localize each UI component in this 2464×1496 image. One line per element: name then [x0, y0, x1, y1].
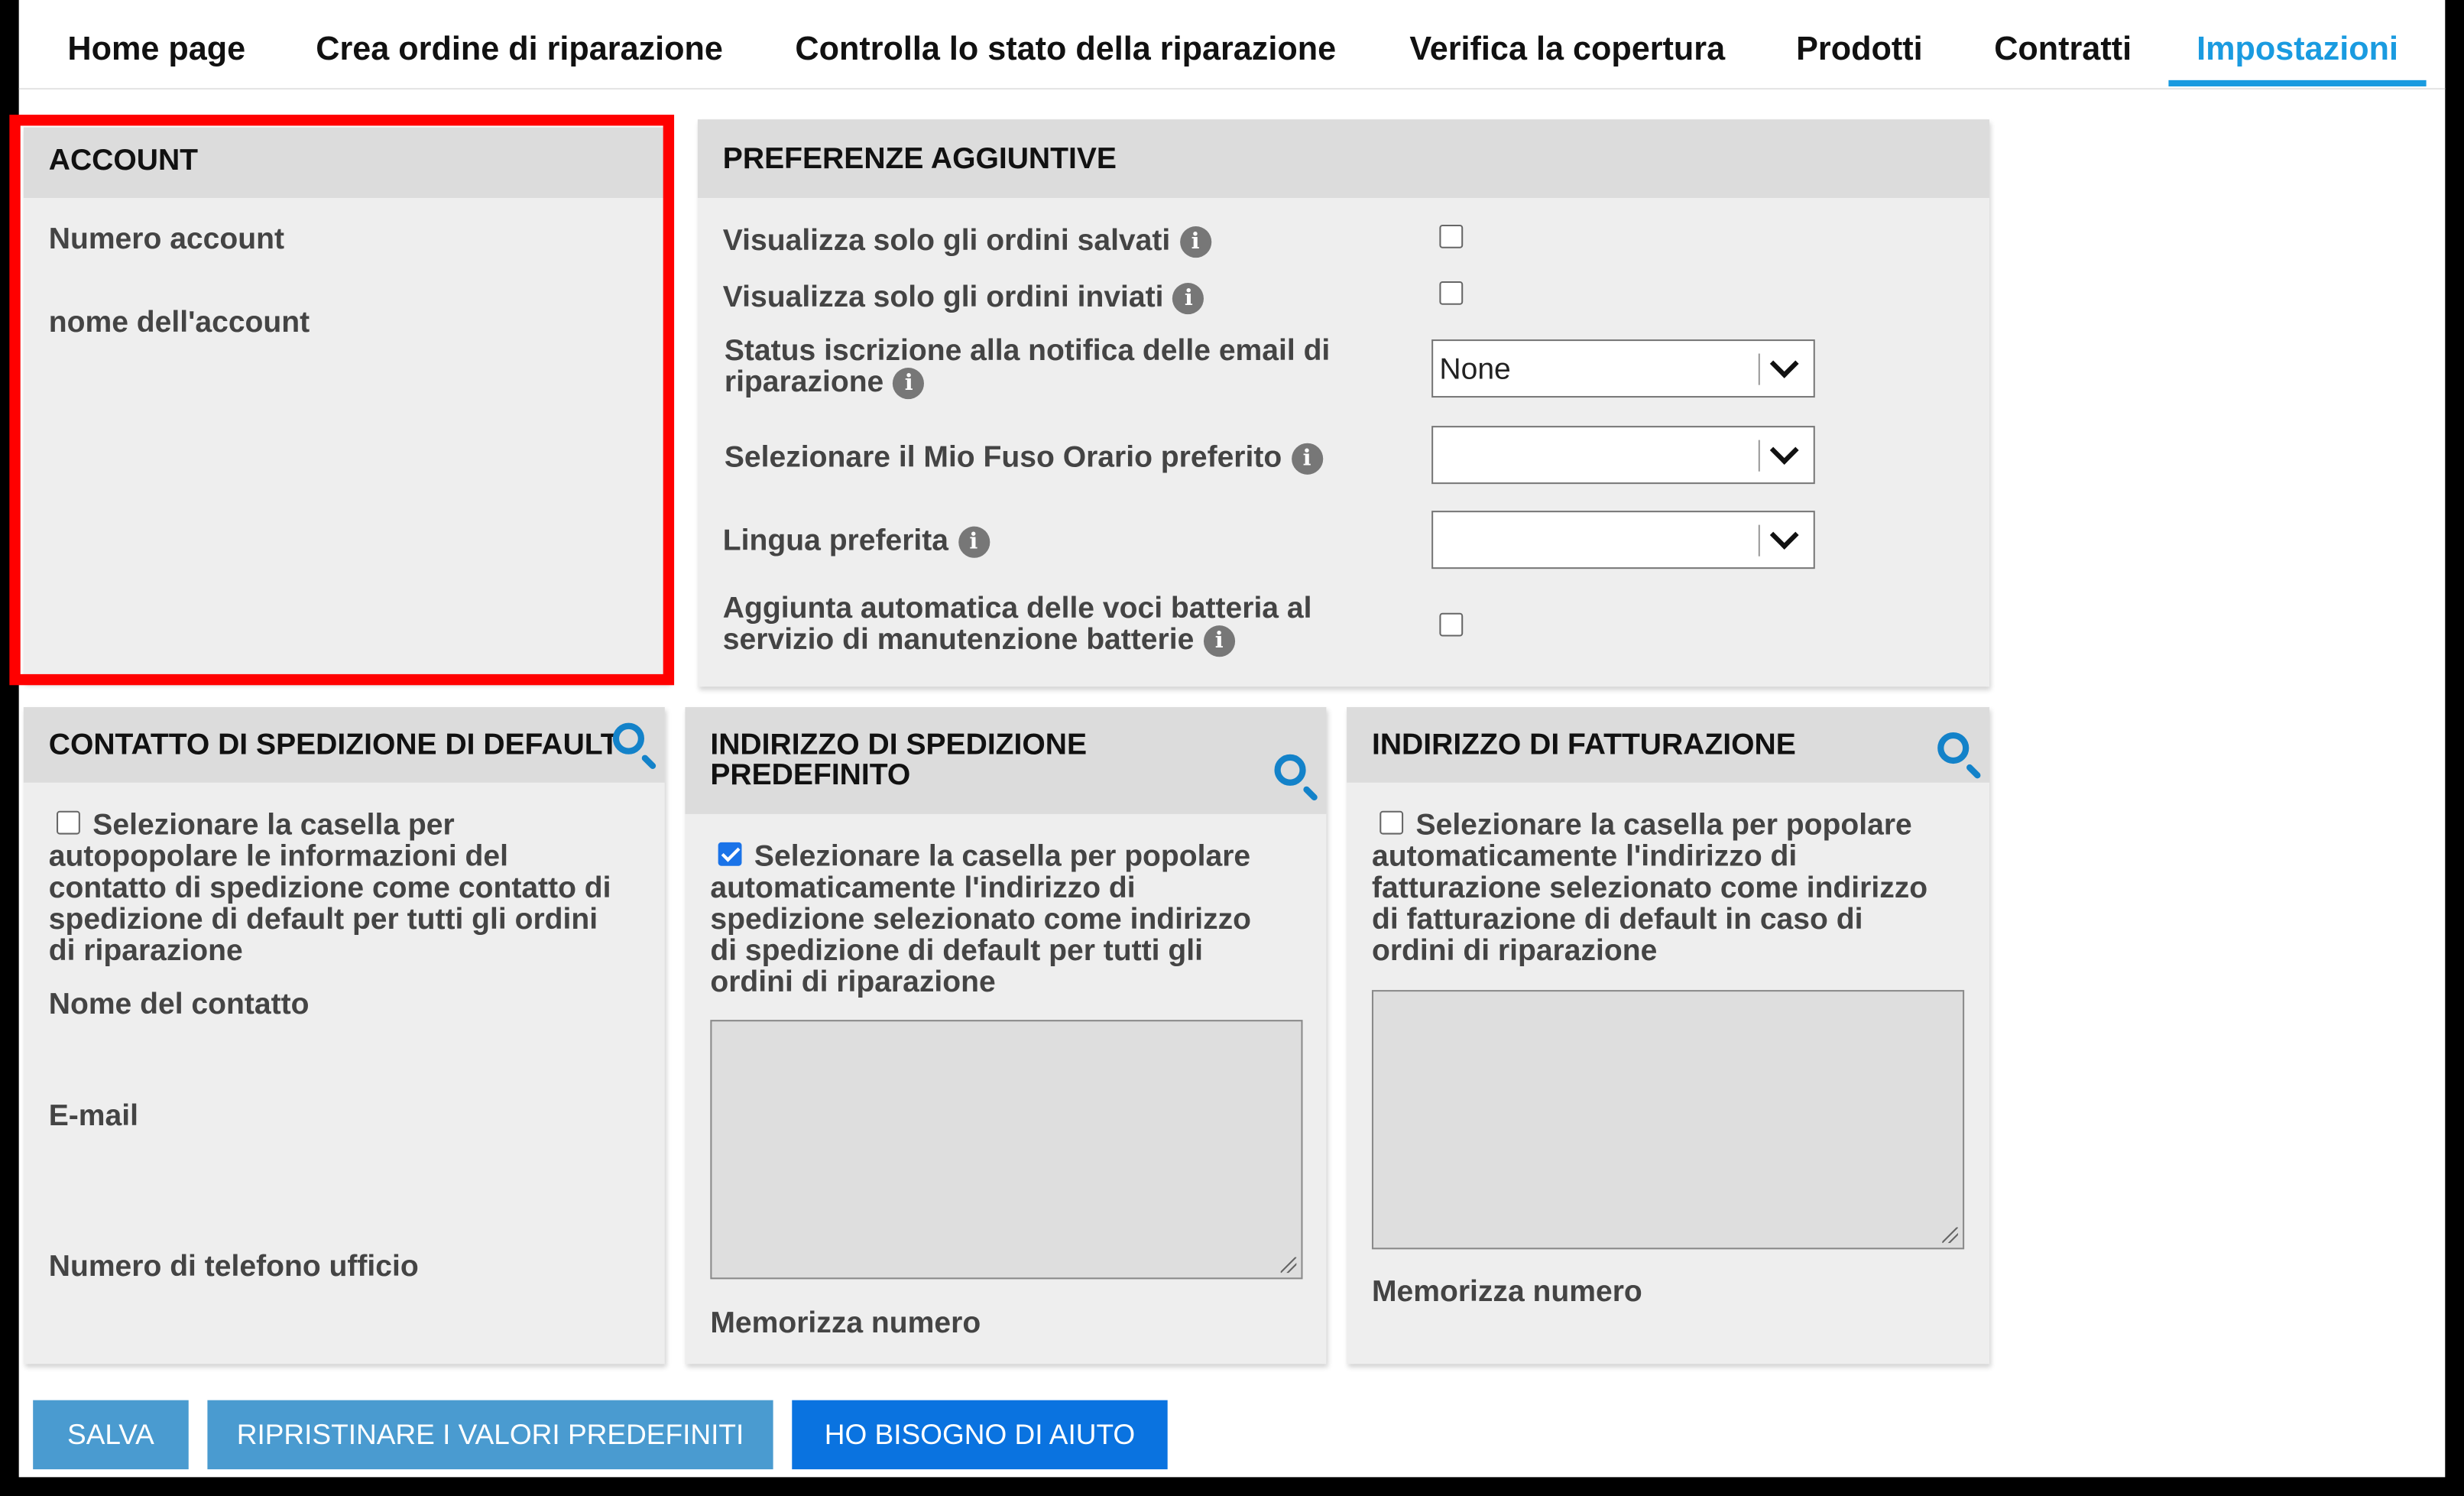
contact-phone-label: Numero di telefono ufficio: [48, 1251, 419, 1284]
tab-create-repair-order[interactable]: Crea ordine di riparazione: [316, 0, 723, 86]
shipping-autofill-line: Selezionare la casella per popolare: [754, 840, 1251, 874]
language-label: Lingua preferita i: [723, 525, 990, 560]
help-button[interactable]: HO BISOGNO DI AIUTO: [792, 1400, 1168, 1470]
shipping-autofill-line: automaticamente l'indirizzo di: [710, 871, 1136, 906]
email-status-label-line2: riparazione: [724, 366, 884, 400]
sent-orders-checkbox[interactable]: [1439, 281, 1464, 305]
battery-label: Aggiunta automatica delle voci batteria …: [722, 592, 1383, 657]
account-name-label: nome dell'account: [48, 306, 310, 340]
billing-address-panel: INDIRIZZO DI FATTURAZIONE Selezionare la…: [1347, 707, 1990, 1365]
info-icon[interactable]: i: [958, 526, 990, 558]
account-title: ACCOUNT: [48, 144, 199, 178]
billing-autofill-line: di fatturazione di default in caso di: [1371, 904, 1863, 937]
chevron-down-icon: [1769, 349, 1799, 378]
save-button[interactable]: SALVA: [33, 1400, 189, 1470]
shipping-address-textarea[interactable]: [710, 1020, 1303, 1280]
top-navigation: Home page Crea ordine di riparazione Con…: [18, 0, 2446, 90]
select-divider: [1758, 524, 1760, 557]
preferences-panel: PREFERENZE AGGIUNTIVE Visualizza solo gl…: [697, 119, 1990, 687]
tab-contracts[interactable]: Contratti: [1994, 0, 2132, 86]
account-number-label: Numero account: [48, 222, 284, 257]
billing-store-number-label: Memorizza numero: [1371, 1276, 1642, 1309]
info-icon[interactable]: i: [1172, 282, 1204, 315]
reset-defaults-button[interactable]: RIPRISTINARE I VALORI PREDEFINITI: [207, 1400, 773, 1470]
language-select[interactable]: [1431, 511, 1815, 570]
account-panel-header: ACCOUNT: [23, 127, 669, 199]
billing-autofill-line: fatturazione selezionato come indirizzo: [1371, 871, 1928, 906]
tab-repair-status[interactable]: Controlla lo stato della riparazione: [795, 0, 1336, 86]
battery-label-line1: Aggiunta automatica delle voci batteria …: [722, 592, 1312, 626]
default-shipping-address-panel: INDIRIZZO DI SPEDIZIONE PREDEFINITO Sele…: [685, 707, 1327, 1365]
preferences-panel-header: PREFERENZE AGGIUNTIVE: [697, 119, 1990, 199]
billing-panel-header: INDIRIZZO DI FATTURAZIONE: [1347, 707, 1990, 783]
shipping-panel-header: INDIRIZZO DI SPEDIZIONE PREDEFINITO: [685, 707, 1327, 814]
info-icon[interactable]: i: [1291, 443, 1323, 475]
email-status-value: None: [1439, 353, 1511, 387]
tab-home[interactable]: Home page: [67, 0, 245, 86]
contact-autofill-line: contatto di spedizione come contatto di: [48, 871, 611, 906]
tab-products[interactable]: Prodotti: [1796, 0, 1922, 86]
saved-orders-text: Visualizza solo gli ordini salvati: [722, 224, 1171, 258]
shipping-autofill-text: Selezionare la casella per popolare auto…: [710, 842, 1315, 1000]
timezone-text: Selezionare il Mio Fuso Orario preferito: [724, 441, 1282, 475]
billing-autofill-line: ordini di riparazione: [1371, 935, 1658, 969]
default-shipping-contact-panel: CONTATTO DI SPEDIZIONE DI DEFAULT Selezi…: [23, 707, 665, 1365]
contact-autofill-line: spedizione di default per tutti gli ordi…: [48, 904, 598, 937]
saved-orders-label: Visualizza solo gli ordini salvati i: [723, 225, 1211, 259]
shipping-title: INDIRIZZO DI SPEDIZIONE PREDEFINITO: [710, 731, 1087, 790]
sent-orders-label: Visualizza solo gli ordini inviati i: [723, 281, 1204, 316]
shipping-autofill-line: ordini di riparazione: [710, 966, 996, 1000]
billing-title: INDIRIZZO DI FATTURAZIONE: [1371, 729, 1796, 763]
search-icon[interactable]: [1274, 754, 1306, 786]
info-icon[interactable]: i: [1179, 226, 1211, 258]
email-status-label: Status iscrizione alla notifica delle em…: [724, 334, 1385, 400]
chevron-down-icon: [1769, 521, 1799, 550]
contact-name-label: Nome del contatto: [48, 988, 310, 1022]
email-status-select[interactable]: None: [1431, 339, 1815, 398]
billing-autofill-line: Selezionare la casella per popolare: [1415, 809, 1912, 842]
select-divider: [1758, 353, 1760, 385]
shipping-autofill-line: di spedizione di default per tutti gli: [710, 935, 1203, 969]
shipping-store-number-label: Memorizza numero: [710, 1307, 981, 1341]
shipping-autofill-line: spedizione selezionato come indirizzo: [710, 904, 1252, 937]
tab-settings[interactable]: Impostazioni: [2168, 0, 2427, 87]
contact-autofill-line: autopopolare le informazioni del: [48, 840, 508, 874]
sent-orders-text: Visualizza solo gli ordini inviati: [722, 281, 1164, 315]
settings-page: Home page Crea ordine di riparazione Con…: [18, 0, 2446, 1478]
billing-autofill-text: Selezionare la casella per popolare auto…: [1371, 809, 1977, 969]
account-panel: ACCOUNT Numero account nome dell'account: [23, 127, 669, 683]
shipping-title-line2: PREDEFINITO: [710, 758, 911, 793]
contact-email-label: E-mail: [48, 1099, 139, 1134]
email-status-label-line1: Status iscrizione alla notifica delle em…: [724, 334, 1331, 368]
battery-checkbox[interactable]: [1439, 612, 1464, 637]
battery-label-line2: servizio di manutenzione batterie: [722, 624, 1195, 657]
tab-check-coverage[interactable]: Verifica la copertura: [1409, 0, 1725, 86]
preferences-title: PREFERENZE AGGIUNTIVE: [722, 143, 1117, 177]
contact-title: CONTATTO DI SPEDIZIONE DI DEFAULT: [48, 729, 619, 763]
billing-autofill-line: automaticamente l'indirizzo di: [1371, 840, 1798, 874]
search-icon[interactable]: [1937, 732, 1970, 764]
language-text: Lingua preferita: [722, 524, 949, 558]
contact-autofill-line: di riparazione: [48, 935, 243, 969]
billing-address-textarea[interactable]: [1371, 990, 1965, 1250]
timezone-select[interactable]: [1431, 426, 1815, 485]
select-divider: [1758, 440, 1760, 472]
info-icon[interactable]: i: [1203, 625, 1235, 657]
contact-autofill-text: Selezionare la casella per autopopolare …: [48, 809, 654, 969]
shipping-title-line1: INDIRIZZO DI SPEDIZIONE: [710, 729, 1088, 763]
info-icon[interactable]: i: [893, 368, 925, 400]
contact-autofill-line: Selezionare la casella per: [92, 809, 455, 842]
chevron-down-icon: [1769, 436, 1799, 465]
contact-panel-header: CONTATTO DI SPEDIZIONE DI DEFAULT: [23, 707, 665, 783]
saved-orders-checkbox[interactable]: [1439, 224, 1464, 248]
search-icon[interactable]: [612, 722, 645, 754]
timezone-label: Selezionare il Mio Fuso Orario preferito…: [725, 442, 1323, 476]
